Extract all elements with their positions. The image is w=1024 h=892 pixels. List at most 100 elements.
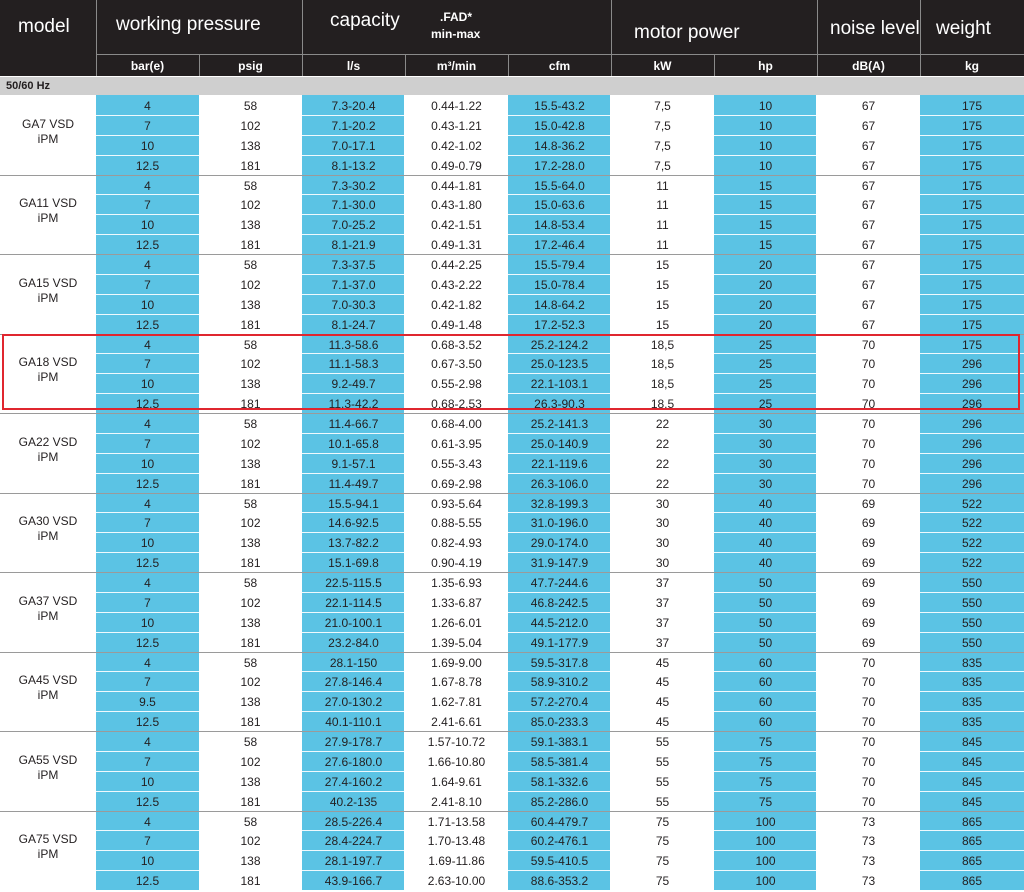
table-cell: 1.71-13.58 xyxy=(427,814,486,829)
unit-label: m³/min xyxy=(436,59,477,73)
table-row: 7 102 11.1-58.3 0.67-3.50 25.0-123.5 18,5 25 70… xyxy=(96,353,1024,373)
row-divider xyxy=(96,552,1024,554)
table-cell: 14.8-36.2 xyxy=(534,138,585,153)
table-cell: 1.64-9.61 xyxy=(431,774,482,789)
table-cell: 40 xyxy=(758,536,773,551)
table-row: 4 58 22.5-115.5 1.35-6.93 47.7-244.6 37 50 69 55… xyxy=(96,572,1024,592)
table-cell: 0.43-1.21 xyxy=(431,118,482,133)
table-cell: 75 xyxy=(655,814,670,829)
table-cell: 181 xyxy=(240,317,261,332)
table-cell: 0.69-2.98 xyxy=(431,476,482,491)
table-cell: 30 xyxy=(655,496,670,511)
table-cell: 11 xyxy=(656,198,669,213)
table-cell: 15 xyxy=(758,218,773,233)
model-variant: iPM xyxy=(37,370,59,385)
model-label: GA18 VSD xyxy=(18,355,78,370)
table-cell: 67 xyxy=(861,138,876,153)
table-cell: 12.5 xyxy=(135,715,160,730)
table-cell: 138 xyxy=(240,774,261,789)
row-divider xyxy=(96,472,1024,474)
table-cell: 4 xyxy=(144,258,151,272)
table-row: 4 58 7.3-37.5 0.44-2.25 15.5-79.4 15 20 67 175 xyxy=(96,254,1024,274)
table-row: 10 138 13.7-82.2 0.82-4.93 29.0-174.0 30 40 69 5… xyxy=(96,532,1024,552)
table-row: 12.5 181 8.1-24.7 0.49-1.48 17.2-52.3 15 20 67 1… xyxy=(96,313,1024,334)
table-cell: 522 xyxy=(961,556,983,571)
table-cell: 58 xyxy=(243,337,258,352)
table-cell: 50 xyxy=(758,576,773,590)
table-cell: 1.70-13.48 xyxy=(427,834,486,849)
model-label: GA55 VSD xyxy=(18,752,78,767)
table-cell: 102 xyxy=(240,198,261,213)
table-cell: 181 xyxy=(240,794,261,809)
table-cell: 865 xyxy=(961,814,983,829)
model-name: GA22 VSD iPM xyxy=(0,435,96,465)
table-cell: 0.49-0.79 xyxy=(431,158,482,173)
table-cell: 175 xyxy=(961,297,983,312)
table-cell: 28.1-197.7 xyxy=(324,854,383,869)
unit-label: psig xyxy=(238,59,263,73)
table-cell: 7.1-30.0 xyxy=(331,198,376,213)
table-row: 4 58 15.5-94.1 0.93-5.64 32.8-199.3 30 40 69 522 xyxy=(96,493,1024,513)
table-cell: 26.3-90.3 xyxy=(534,397,585,412)
table-cell: 0.67-3.50 xyxy=(431,357,482,372)
table-cell: 37 xyxy=(655,595,670,610)
table-cell: 22.5-115.5 xyxy=(325,576,382,590)
unit-label: hp xyxy=(758,59,773,73)
table-cell: 12.5 xyxy=(135,556,160,571)
table-cell: 59.5-317.8 xyxy=(530,655,589,670)
model-label: GA15 VSD xyxy=(18,275,78,290)
table-cell: 70 xyxy=(861,377,876,392)
table-cell: 7 xyxy=(144,595,151,610)
table-cell: 4 xyxy=(144,655,151,670)
table-cell: 7.1-20.2 xyxy=(331,118,376,133)
table-cell: 522 xyxy=(961,516,983,531)
table-cell: 138 xyxy=(240,138,261,153)
table-cell: 22 xyxy=(655,417,670,431)
table-cell: 4 xyxy=(144,496,151,511)
table-row: 10 138 9.2-49.7 0.55-2.98 22.1-103.1 18,5 25 70… xyxy=(96,373,1024,393)
table-cell: 296 xyxy=(961,476,983,491)
model-label: GA75 VSD xyxy=(18,832,78,847)
table-cell: 70 xyxy=(861,735,876,749)
model-name: GA30 VSD iPM xyxy=(0,514,96,544)
table-cell: 17.2-46.4 xyxy=(534,238,585,253)
table-cell: 10 xyxy=(758,158,773,173)
table-cell: 58 xyxy=(243,99,258,113)
table-row: 4 58 28.5-226.4 1.71-13.58 60.4-479.7 75 100 73… xyxy=(96,811,1024,831)
table-cell: 0.44-1.81 xyxy=(431,178,482,193)
table-cell: 22 xyxy=(655,436,670,451)
table-cell: 138 xyxy=(240,854,261,869)
table-cell: 7 xyxy=(144,118,151,133)
table-cell: 10 xyxy=(140,774,155,789)
table-cell: 175 xyxy=(961,99,983,113)
table-cell: 44.5-212.0 xyxy=(530,615,589,630)
table-cell: 25.0-140.9 xyxy=(530,436,589,451)
table-cell: 45 xyxy=(655,655,670,670)
table-cell: 865 xyxy=(961,854,983,869)
table-cell: 15.5-43.2 xyxy=(534,99,585,113)
table-cell: 138 xyxy=(240,456,261,471)
table-row: 12.5 181 11.4-49.7 0.69-2.98 26.3-106.0 22 30 7… xyxy=(96,472,1024,493)
table-cell: 11.3-58.6 xyxy=(328,337,379,352)
table-cell: 7 xyxy=(144,516,151,531)
table-cell: 20 xyxy=(758,317,773,332)
table-cell: 175 xyxy=(961,238,983,253)
unit-label: cfm xyxy=(548,59,571,73)
table-cell: 7.3-20.4 xyxy=(331,99,376,113)
table-cell: 69 xyxy=(861,576,876,590)
table-cell: 18,5 xyxy=(650,337,675,352)
table-cell: 69 xyxy=(861,595,876,610)
table-cell: 296 xyxy=(961,456,983,471)
table-cell: 85.0-233.3 xyxy=(530,715,589,730)
unit-label: kW xyxy=(653,59,672,73)
table-row: 10 138 28.1-197.7 1.69-11.86 59.5-410.5 75 100… xyxy=(96,850,1024,870)
table-cell: 11 xyxy=(656,178,669,193)
header-divider xyxy=(199,54,200,76)
table-cell: 835 xyxy=(961,655,983,670)
table-cell: 28.4-224.7 xyxy=(324,834,383,849)
table-cell: 175 xyxy=(961,138,983,153)
table-cell: 522 xyxy=(961,536,983,551)
table-cell: 102 xyxy=(240,118,261,133)
model-variant: iPM xyxy=(37,608,59,623)
table-cell: 7 xyxy=(144,675,151,690)
